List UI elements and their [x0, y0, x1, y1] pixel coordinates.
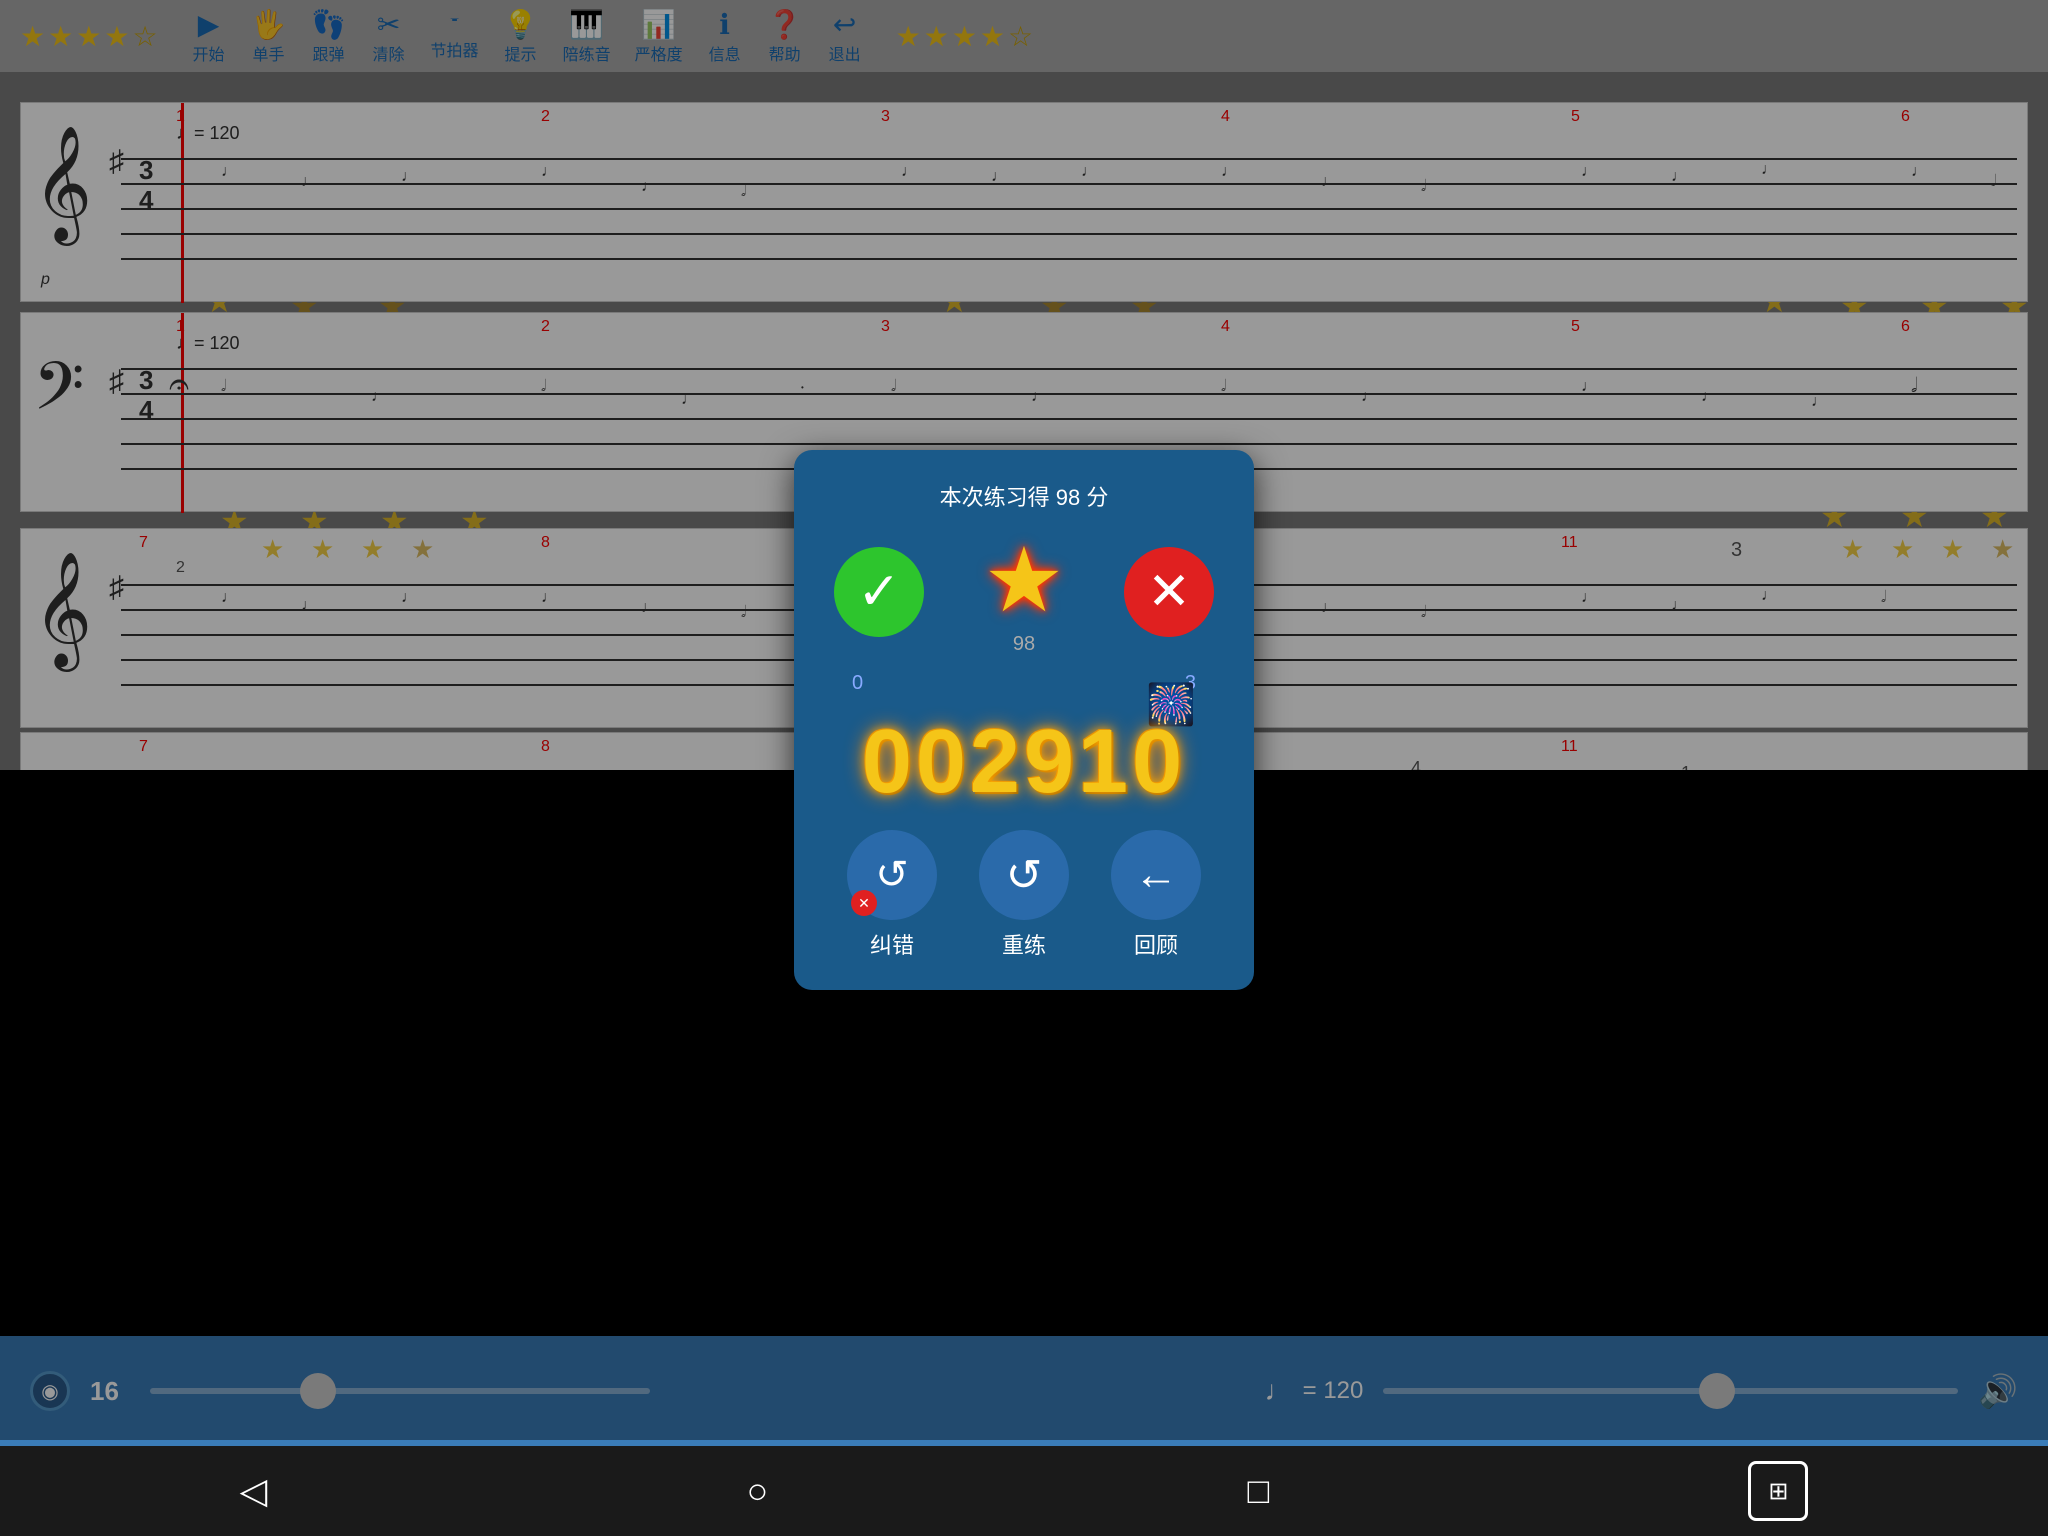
- result-star: ★: [984, 528, 1065, 633]
- app: ★ ★ ★ ★ ★ ★ ★ ★ ★ ★ ★ ★ ★ ★ ★ ★ ★ ★ ★ 𝄞: [0, 0, 2048, 1536]
- correct-icon: ✓: [834, 547, 924, 637]
- result-title: 本次练习得 98 分: [940, 480, 1109, 512]
- screenshot-button[interactable]: ⊞: [1748, 1461, 1808, 1521]
- review-label: 回顾: [1134, 928, 1178, 960]
- correct-count: 0: [852, 672, 863, 695]
- star-score-number: 98: [1013, 633, 1035, 656]
- recent-button[interactable]: □: [1247, 1470, 1269, 1512]
- action-row: ↺ ✕ 纠错 ↺ 重练 ← 回顾: [824, 830, 1224, 960]
- big-star-container: ★ 98: [984, 528, 1065, 656]
- back-button[interactable]: ◁: [240, 1470, 268, 1512]
- checkmark-icon: ✓: [857, 562, 901, 622]
- correct-errors-button[interactable]: ↺ ✕ 纠错: [834, 830, 950, 960]
- home-button[interactable]: ○: [746, 1470, 768, 1512]
- retry-circle: ↺: [979, 830, 1069, 920]
- correct-errors-circle: ↺ ✕: [847, 830, 937, 920]
- review-icon: ←: [1134, 850, 1178, 900]
- correct-errors-label: 纠错: [870, 928, 914, 960]
- nav-bar: ◁ ○ □ ⊞: [0, 1446, 2048, 1536]
- review-button[interactable]: ← 回顾: [1098, 830, 1214, 960]
- screenshot-icon: ⊞: [1768, 1477, 1788, 1506]
- review-circle: ←: [1111, 830, 1201, 920]
- error-badge: ✕: [851, 890, 877, 916]
- retry-button[interactable]: ↺ 重练: [966, 830, 1082, 960]
- result-modal: 本次练习得 98 分 ✓ ★ 98 ✕ 0: [794, 450, 1254, 990]
- retry-icon: ↺: [1006, 850, 1043, 901]
- correct-errors-icon: ↺: [875, 852, 909, 898]
- cross-icon: ✕: [1147, 562, 1191, 622]
- score-display: 🎆 002910: [862, 711, 1186, 814]
- score-digits: 002910: [862, 711, 1186, 814]
- modal-overlay: 本次练习得 98 分 ✓ ★ 98 ✕ 0: [0, 0, 2048, 1440]
- star-score-row: ✓ ★ 98 ✕: [824, 528, 1224, 656]
- retry-label: 重练: [1002, 928, 1046, 960]
- wrong-icon: ✕: [1124, 547, 1214, 637]
